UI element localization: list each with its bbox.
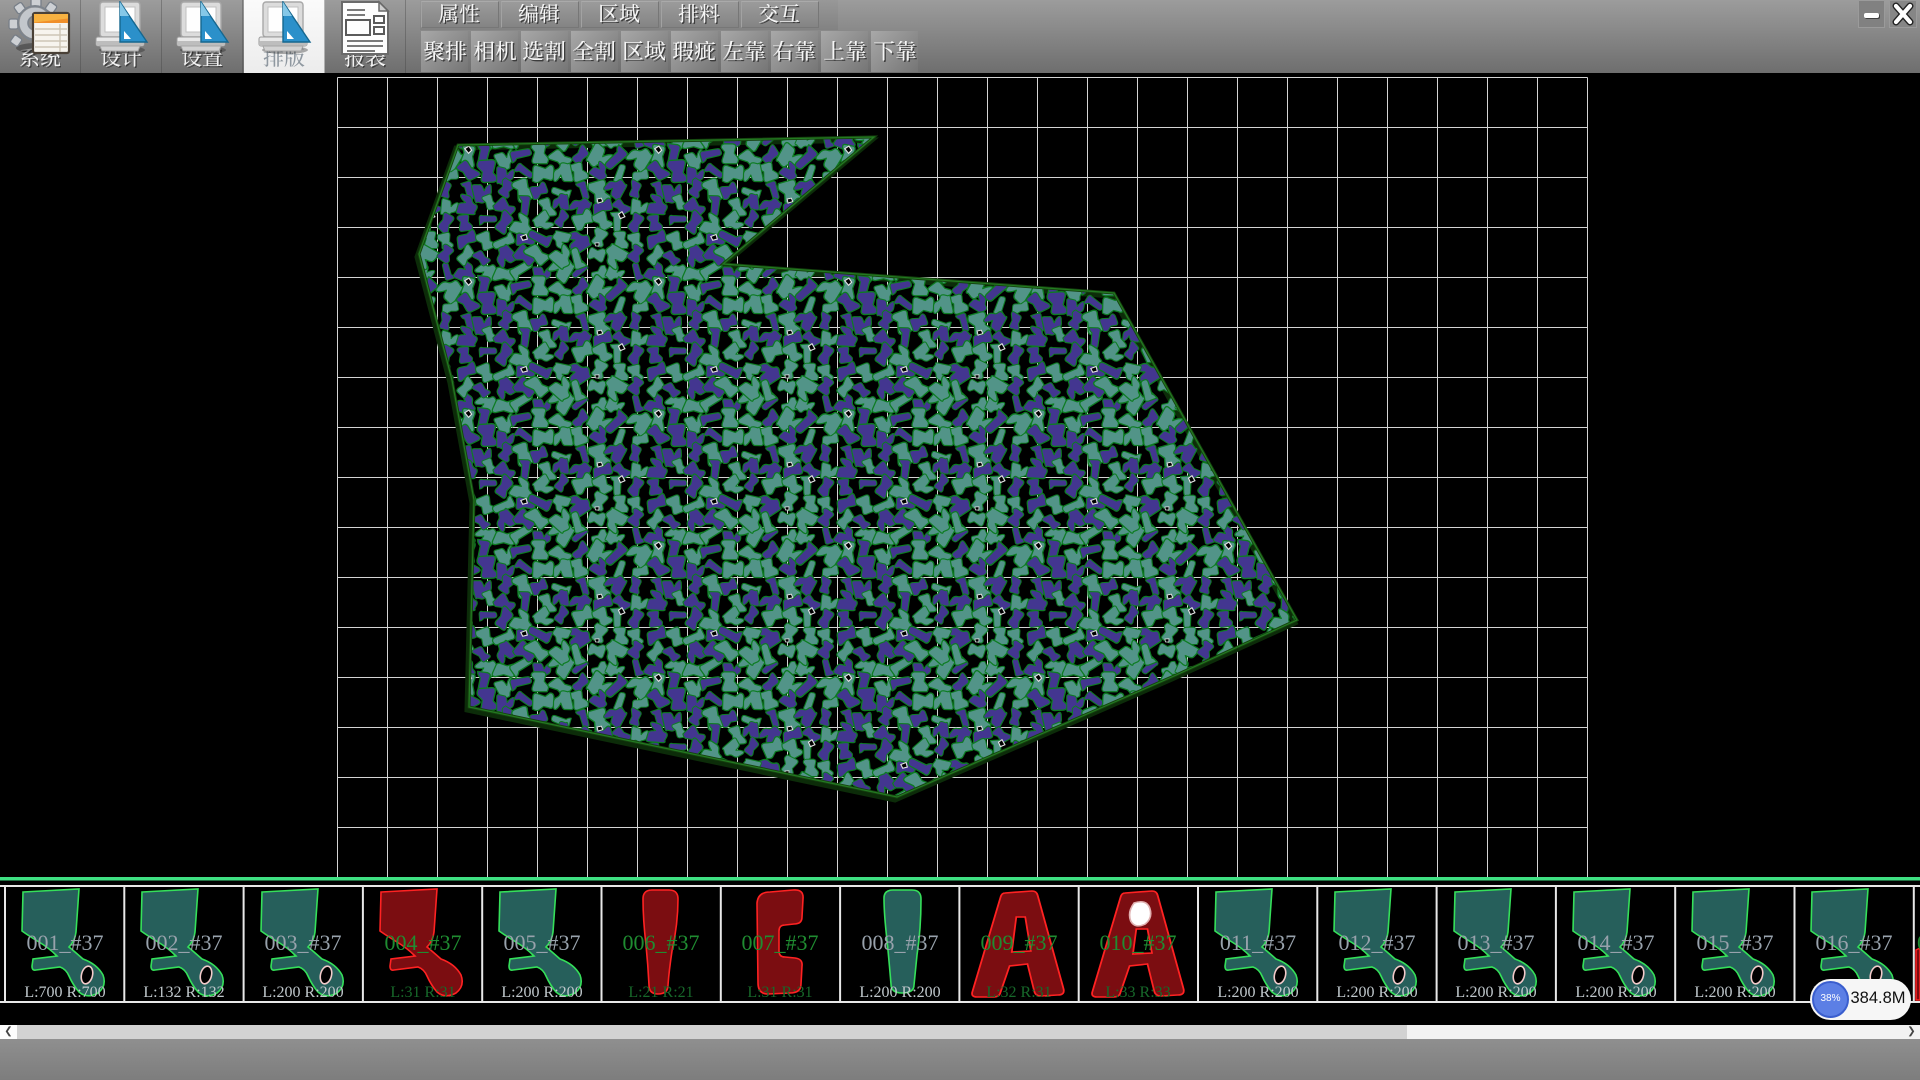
svg-text:L:31 R:31: L:31 R:31	[390, 984, 455, 1001]
svg-text:L:32 R:31: L:32 R:31	[986, 984, 1051, 1001]
svg-text:014_#37: 014_#37	[1578, 930, 1655, 955]
svg-text:005_#37: 005_#37	[504, 930, 581, 955]
svg-text:015_#37: 015_#37	[1697, 930, 1774, 955]
svg-text:L:200 R:200: L:200 R:200	[262, 984, 343, 1001]
svg-text:002_#37: 002_#37	[146, 930, 223, 955]
svg-text:009_#37: 009_#37	[981, 930, 1058, 955]
svg-text:006_#37: 006_#37	[623, 930, 700, 955]
svg-text:L:200 R:200: L:200 R:200	[859, 984, 940, 1001]
svg-text:L:200 R:200: L:200 R:200	[1336, 984, 1417, 1001]
svg-text:L:33 R:33: L:33 R:33	[1105, 984, 1170, 1001]
svg-text:001_#37: 001_#37	[27, 930, 104, 955]
svg-text:L:200 R:200: L:200 R:200	[1575, 984, 1656, 1001]
svg-text:012_#37: 012_#37	[1339, 930, 1416, 955]
svg-text:004_#37: 004_#37	[385, 930, 462, 955]
svg-text:L:31 R:31: L:31 R:31	[747, 984, 812, 1001]
svg-text:008_#37: 008_#37	[862, 930, 939, 955]
svg-text:013_#37: 013_#37	[1458, 930, 1535, 955]
svg-text:L:200 R:200: L:200 R:200	[1217, 984, 1298, 1001]
svg-text:011_#37: 011_#37	[1220, 930, 1296, 955]
svg-text:010_#37: 010_#37	[1100, 930, 1177, 955]
svg-text:003_#37: 003_#37	[265, 930, 342, 955]
svg-text:L:132 R:132: L:132 R:132	[143, 984, 224, 1001]
svg-text:L:200 R:200: L:200 R:200	[1694, 984, 1775, 1001]
svg-text:016_#37: 016_#37	[1816, 930, 1893, 955]
svg-text:L:700 R:700: L:700 R:700	[24, 984, 105, 1001]
svg-text:007_#37: 007_#37	[742, 930, 819, 955]
svg-text:L:200 R:200: L:200 R:200	[1455, 984, 1536, 1001]
svg-text:L:200 R:200: L:200 R:200	[501, 984, 582, 1001]
svg-text:L:21 R:21: L:21 R:21	[628, 984, 693, 1001]
